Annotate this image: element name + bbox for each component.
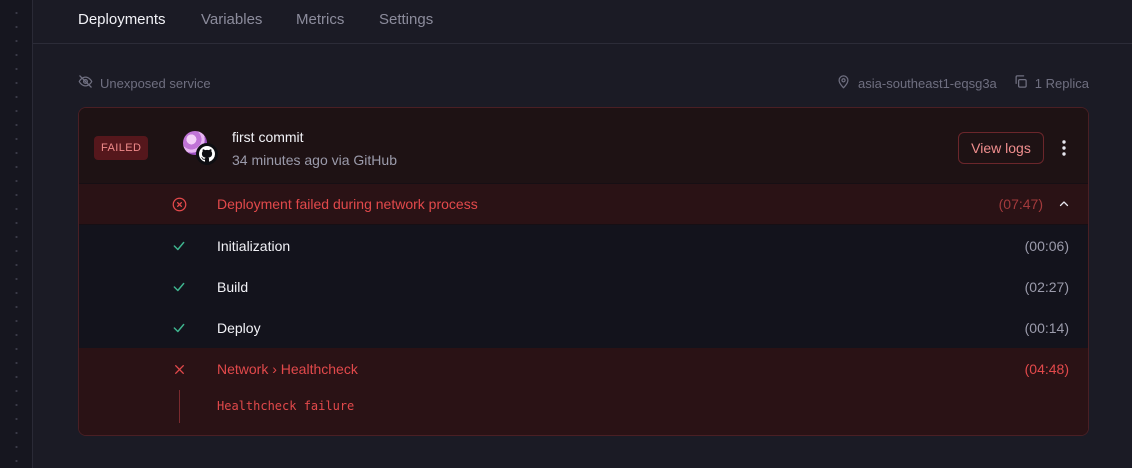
log-line: Healthcheck failure (217, 399, 355, 413)
more-options-icon[interactable] (1054, 136, 1074, 160)
step-name: Initialization (217, 238, 291, 254)
step-row-build: Build (02:27) (79, 266, 1088, 307)
step-row-initialization: Initialization (00:06) (79, 225, 1088, 266)
service-exposure: Unexposed service (78, 74, 211, 92)
left-rail (0, 0, 33, 468)
region-label: asia-southeast1-eqsg3a (858, 75, 997, 91)
chevron-up-icon[interactable] (1055, 195, 1073, 213)
step-name: Deploy (217, 320, 261, 336)
step-duration: (04:48) (1024, 361, 1069, 377)
step-row-deploy: Deploy (00:14) (79, 307, 1088, 348)
step-duration: (00:06) (1024, 238, 1069, 254)
tab-settings[interactable]: Settings (379, 11, 433, 28)
deployment-header: FAILED first commit 34 minutes ago via G… (79, 108, 1088, 183)
copy-icon (1013, 74, 1028, 92)
replica-info: 1 Replica (1013, 74, 1089, 92)
commit-meta: 34 minutes ago via GitHub (232, 152, 397, 168)
check-icon (170, 237, 188, 255)
github-icon (196, 143, 218, 165)
status-badge: FAILED (94, 136, 149, 160)
tab-metrics[interactable]: Metrics (296, 11, 344, 28)
check-icon (170, 319, 188, 337)
replica-label: 1 Replica (1034, 75, 1089, 91)
log-divider (179, 390, 180, 423)
region-info: asia-southeast1-eqsg3a (836, 74, 997, 92)
step-row-network-healthcheck: Network › Healthcheck (04:48) Healthchec… (79, 348, 1088, 435)
step-name: Network › Healthcheck (217, 361, 358, 377)
exposure-label: Unexposed service (100, 75, 211, 91)
check-icon (170, 278, 188, 296)
step-duration: (00:14) (1024, 320, 1069, 336)
commit-message[interactable]: first commit (232, 129, 304, 145)
failure-duration: (07:47) (998, 196, 1043, 212)
view-logs-button[interactable]: View logs (958, 132, 1044, 164)
failure-summary-row[interactable]: Deployment failed during network process… (79, 184, 1088, 224)
tab-variables[interactable]: Variables (201, 11, 262, 28)
x-circle-icon (170, 195, 188, 213)
tab-deployments[interactable]: Deployments (78, 11, 166, 28)
deployment-card: FAILED first commit 34 minutes ago via G… (78, 107, 1089, 436)
eye-off-icon (78, 74, 93, 92)
step-duration: (02:27) (1024, 279, 1069, 295)
map-pin-icon (836, 74, 851, 92)
close-icon (170, 360, 188, 378)
tab-bar: Deployments Variables Metrics Settings (33, 0, 1132, 44)
failure-message: Deployment failed during network process (217, 196, 478, 212)
service-meta-row: Unexposed service asia-southeast1-eqsg3a… (78, 74, 1089, 92)
step-name: Build (217, 279, 249, 295)
